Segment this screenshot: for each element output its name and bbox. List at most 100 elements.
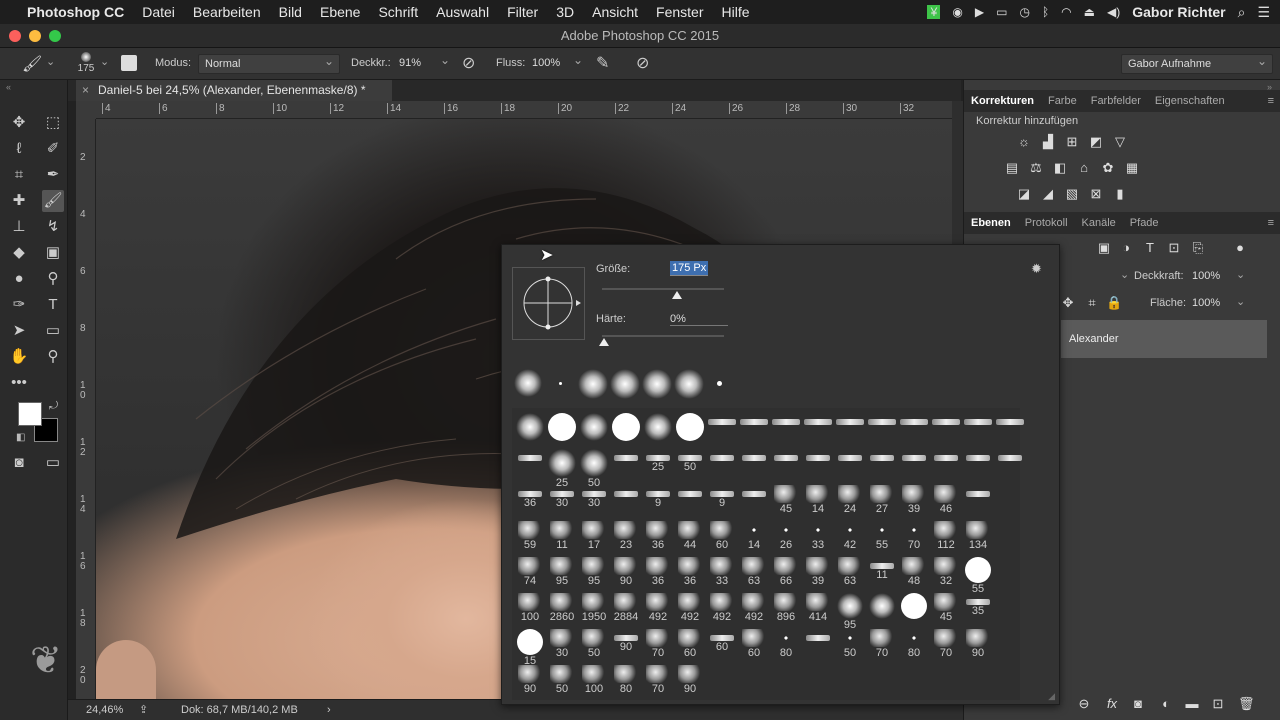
brush-preset[interactable]: 492 (738, 590, 770, 624)
record-icon[interactable]: ◉ (952, 5, 962, 19)
size-input[interactable]: 175 Px (670, 261, 709, 276)
brush-preset[interactable]: 9 (642, 482, 674, 516)
brush-preset[interactable]: 55 (866, 518, 898, 552)
brush-preset[interactable]: 70 (642, 626, 674, 660)
filter-image-icon[interactable]: ▣ (1096, 240, 1112, 256)
brush-preset[interactable] (514, 369, 542, 397)
brush-preset[interactable] (898, 590, 930, 624)
selective-color-icon[interactable]: ⊠ (1088, 186, 1104, 202)
blend-mode-chevron[interactable]: ⌄ (1120, 268, 1129, 281)
tab-protokoll[interactable]: Protokoll (1018, 217, 1075, 229)
brush-preset[interactable]: 66 (770, 554, 802, 588)
brush-preset[interactable] (514, 410, 546, 444)
brush-preset[interactable] (738, 482, 770, 516)
time-machine-icon[interactable]: ◷ (1019, 5, 1029, 19)
brush-preset[interactable]: 23 (610, 518, 642, 552)
app-status-icon[interactable]: ¥ (927, 5, 941, 19)
eject-icon[interactable]: ⏏ (1084, 5, 1095, 19)
brush-tool-icon[interactable]: 🖌 (42, 190, 64, 212)
brush-preset[interactable] (962, 446, 994, 480)
swap-colors-icon[interactable]: ⤾ (49, 400, 58, 413)
brush-preset[interactable] (802, 410, 834, 444)
battery-icon[interactable]: ▭ (996, 5, 1007, 19)
vibrance-icon[interactable]: ▽ (1112, 134, 1128, 150)
size-slider-thumb[interactable] (671, 291, 682, 299)
exposure-icon[interactable]: ◩ (1088, 134, 1104, 150)
menu-datei[interactable]: Datei (133, 4, 184, 20)
brush-preset[interactable]: 70 (866, 626, 898, 660)
chevron-down-icon[interactable]: ⌄ (1236, 295, 1245, 308)
brush-preset[interactable]: 492 (642, 590, 674, 624)
brush-preset[interactable]: 414 (802, 590, 834, 624)
brush-preset[interactable]: 60 (674, 626, 706, 660)
black-white-icon[interactable]: ◧ (1052, 160, 1068, 176)
brush-preset[interactable]: 50 (546, 662, 578, 696)
eyedropper-icon[interactable]: ✒ (42, 164, 64, 186)
screen-mode-icon[interactable]: ▭ (42, 452, 64, 474)
brush-preset[interactable] (610, 410, 642, 444)
fill-value[interactable]: 100% (1192, 297, 1220, 309)
horizontal-ruler[interactable]: 4 6 8 10 12 14 16 18 20 22 24 26 28 30 32 (96, 101, 952, 119)
fx-icon[interactable]: fx (1104, 696, 1120, 712)
brush-preset[interactable]: 896 (770, 590, 802, 624)
close-tab-icon[interactable]: × (82, 80, 89, 101)
brush-panel-icon[interactable] (121, 55, 137, 71)
brush-preset[interactable]: 33 (802, 518, 834, 552)
lasso-tool-icon[interactable]: ℓ (8, 138, 30, 160)
brush-preset[interactable]: 33 (706, 554, 738, 588)
volume-icon[interactable]: ◀) (1107, 5, 1120, 19)
brush-preset[interactable] (546, 410, 578, 444)
chevron-down-icon[interactable]: ⌄ (1236, 268, 1245, 281)
opacity-field[interactable]: 91% (393, 51, 455, 74)
brush-preset[interactable]: 134 (962, 518, 994, 552)
pressure-opacity-icon[interactable]: ⊘ (462, 53, 475, 73)
brush-preset[interactable]: 36 (642, 554, 674, 588)
brush-preset[interactable]: 90 (610, 626, 642, 660)
export-icon[interactable]: ⇪ (139, 700, 148, 720)
brush-preset[interactable] (930, 410, 962, 444)
layer-opacity-value[interactable]: 100% (1192, 270, 1220, 282)
brush-preset[interactable]: 32 (930, 554, 962, 588)
brush-preset[interactable] (514, 446, 546, 480)
filter-toggle-icon[interactable]: ● (1232, 240, 1248, 256)
brush-preset[interactable]: 90 (514, 662, 546, 696)
panel-menu-icon[interactable]: ≡ (1261, 217, 1280, 229)
brush-preset[interactable]: 60 (706, 518, 738, 552)
brush-preset[interactable]: 35 (962, 590, 994, 624)
eraser-tool-icon[interactable]: ◆ (8, 242, 30, 264)
hardness-input[interactable]: 0% (670, 313, 728, 326)
brush-preset[interactable] (866, 590, 898, 624)
channel-mixer-icon[interactable]: ✿ (1100, 160, 1116, 176)
invert-icon[interactable]: ◪ (1016, 186, 1032, 202)
photo-filter-icon[interactable]: ⌂ (1076, 160, 1092, 176)
brush-preset[interactable]: 14 (738, 518, 770, 552)
brush-preset[interactable] (578, 369, 608, 399)
brush-preset[interactable]: 112 (930, 518, 962, 552)
vertical-ruler[interactable]: 24681 01 21 41 61 82 0 (76, 119, 96, 699)
brush-tool-icon[interactable]: 🖌 (22, 54, 42, 74)
foreground-color-swatch[interactable] (18, 402, 42, 426)
tab-ebenen[interactable]: Ebenen (964, 217, 1018, 229)
layer-row-alexander[interactable]: Alexander (1061, 320, 1267, 358)
brush-preset[interactable]: 90 (610, 554, 642, 588)
quick-mask-icon[interactable]: ◙ (8, 452, 30, 474)
tab-eigenschaften[interactable]: Eigenschaften (1148, 95, 1232, 107)
brush-preset[interactable]: 11 (866, 554, 898, 588)
gradient-tool-icon[interactable]: ▣ (42, 242, 64, 264)
brush-preset[interactable] (962, 482, 994, 516)
filter-smart-icon[interactable]: ⎘ (1190, 240, 1206, 256)
brush-preset[interactable] (770, 446, 802, 480)
brush-preset[interactable]: 30 (546, 482, 578, 516)
size-slider-track[interactable] (602, 288, 724, 290)
brush-preset[interactable]: 95 (834, 590, 866, 631)
brush-preset[interactable]: 80 (610, 662, 642, 696)
brush-preset[interactable] (898, 446, 930, 480)
posterize-icon[interactable]: ◢ (1040, 186, 1056, 202)
menu-3d[interactable]: 3D (547, 4, 583, 20)
hue-saturation-icon[interactable]: ▤ (1004, 160, 1020, 176)
brush-preset[interactable]: 44 (674, 518, 706, 552)
brush-preset[interactable]: 14 (802, 482, 834, 516)
move-tool-icon[interactable]: ✥ (8, 112, 30, 134)
spotlight-icon[interactable]: ⌕ (1238, 4, 1246, 21)
brush-preset[interactable]: 80 (898, 626, 930, 660)
